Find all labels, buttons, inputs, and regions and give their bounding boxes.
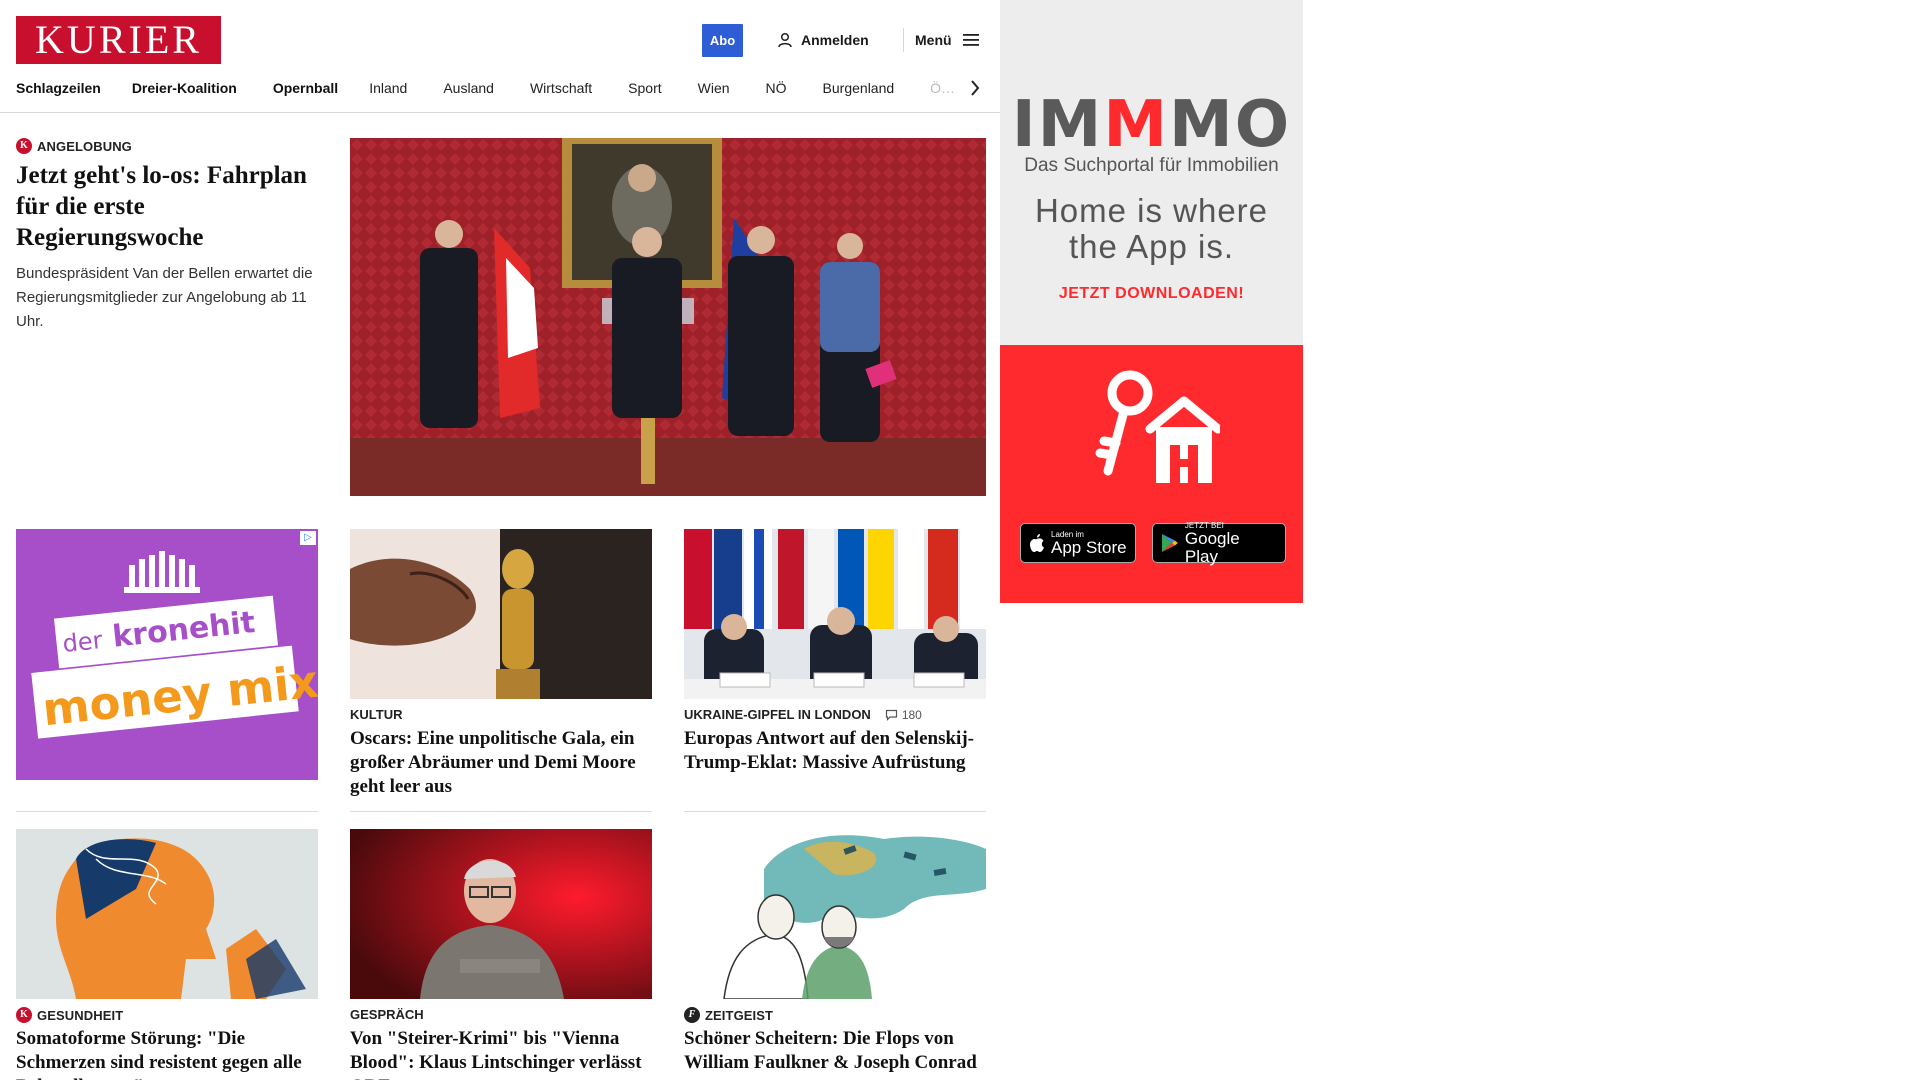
authors-illustration (684, 829, 986, 999)
zeitgeist-badge: f (684, 1007, 700, 1023)
card-image-oscars[interactable] (350, 529, 652, 699)
app-store-big: App Store (1051, 537, 1127, 557)
header-divider (903, 28, 904, 52)
comment-count-value: 180 (901, 707, 922, 722)
portrait-photo (350, 829, 652, 999)
nav-item-burgenland[interactable]: Burgenland (823, 80, 895, 96)
login-button[interactable]: Anmelden (777, 29, 869, 51)
user-icon (778, 32, 792, 48)
comment-count[interactable]: 180 (885, 708, 922, 722)
swearing-in-photo (350, 138, 986, 496)
lead-teaser[interactable]: Bundespräsident Van der Bellen erwartet … (16, 262, 316, 334)
nav-scroll-right-button[interactable] (963, 76, 987, 100)
summit-photo (684, 529, 986, 699)
immmo-ad-bottom: Laden im App Store JETZT BEI Google Play (1000, 345, 1303, 603)
card-headline-flops[interactable]: Schöner Scheitern: Die Flops von William… (684, 1027, 986, 1075)
chevron-right-icon (971, 80, 980, 96)
head-illustration (16, 829, 318, 999)
card-kicker-zeitgeist-label: ZEITGEIST (705, 1007, 774, 1023)
nav-item-noe[interactable]: NÖ (766, 80, 787, 96)
nav-item-dreier-koalition[interactable]: Dreier-Koalition (132, 80, 237, 96)
card-kicker-gesundheit-label: GESUNDHEIT (37, 1007, 124, 1023)
card-headline-oscars[interactable]: Oscars: Eine unpolitische Gala, ein groß… (350, 727, 652, 799)
card-kicker-gesundheit[interactable]: K GESUNDHEIT (16, 1007, 123, 1023)
oscar-photo (350, 529, 652, 699)
immmo-ad[interactable]: IMMMO Das Suchportal für Immobilien Home… (1000, 0, 1303, 603)
card-kicker-ukraine-label: UKRAINE-GIPFEL IN LONDON (684, 707, 871, 722)
row-divider (350, 811, 652, 812)
house-key-icon (1095, 370, 1220, 483)
immmo-download-cta[interactable]: JETZT DOWNLOADEN! (1000, 285, 1303, 303)
immmo-claim: Home is where the App is. (1034, 192, 1269, 265)
card-headline-lintschinger[interactable]: Von "Steirer-Krimi" bis "Vienna Blood": … (350, 1027, 652, 1080)
card-headline-ukraine[interactable]: Europas Antwort auf den Selenskij-Trump-… (684, 727, 986, 775)
kronehit-ad-art (31, 551, 299, 739)
immmo-logo: IMMMO (1011, 88, 1292, 162)
kronehit-ad[interactable]: ▷ der kronehit money mix (16, 529, 318, 780)
lead-headline[interactable]: Jetzt geht's lo-os: Fahrplan für die ers… (16, 160, 316, 253)
card-image-flops[interactable] (684, 829, 986, 999)
apple-icon (1030, 534, 1044, 552)
row-divider (16, 811, 318, 812)
adchoices-icon[interactable]: ▷ (300, 531, 316, 545)
section-nav: Schlagzeilen Dreier-Koalition Opernball … (16, 76, 986, 100)
site: KURIER Abo Anmelden Menü Schlagzeilen Dr… (0, 0, 1000, 1080)
abo-button[interactable]: Abo (702, 24, 743, 57)
login-label: Anmelden (801, 32, 869, 48)
nav-item-truncated[interactable]: Ö… (930, 80, 955, 96)
card-kicker-ukraine[interactable]: UKRAINE-GIPFEL IN LONDON 180 (684, 707, 922, 722)
nav-divider-line (0, 112, 1000, 113)
google-play-big: Google Play (1184, 528, 1240, 566)
nav-item-opernball[interactable]: Opernball (273, 80, 338, 96)
card-kicker-zeitgeist[interactable]: f ZEITGEIST (684, 1007, 773, 1023)
card-kicker-kultur[interactable]: KULTUR (350, 707, 402, 722)
card-image-lintschinger[interactable] (350, 829, 652, 999)
card-image-somatoform[interactable] (16, 829, 318, 999)
kurier-plus-badge: K (16, 1007, 32, 1023)
kurier-plus-badge: K (16, 138, 32, 154)
lead-kicker[interactable]: K ANGELOBUNG (16, 138, 132, 154)
menu-button[interactable]: Menü (915, 29, 980, 51)
immmo-ad-top: IMMMO Das Suchportal für Immobilien Home… (1000, 0, 1303, 345)
nav-item-wien[interactable]: Wien (698, 80, 730, 96)
immmo-tagline: Das Suchportal für Immobilien (1024, 155, 1279, 176)
card-headline-somatoform[interactable]: Somatoforme Störung: "Die Schmerzen sind… (16, 1027, 318, 1080)
kurier-logo[interactable]: KURIER (16, 16, 221, 64)
nav-item-schlagzeilen[interactable]: Schlagzeilen (16, 80, 101, 96)
menu-label: Menü (915, 32, 952, 48)
nav-item-ausland[interactable]: Ausland (443, 80, 494, 96)
nav-item-sport[interactable]: Sport (628, 80, 661, 96)
google-play-icon (1161, 534, 1178, 552)
comment-icon (885, 709, 897, 721)
hamburger-icon (962, 34, 979, 46)
row-divider (684, 811, 986, 812)
card-kicker-gespraech[interactable]: GESPRÄCH (350, 1007, 424, 1022)
app-store-button[interactable]: Laden im App Store (1020, 523, 1136, 563)
lead-kicker-label: ANGELOBUNG (37, 138, 132, 154)
nav-item-wirtschaft[interactable]: Wirtschaft (530, 80, 592, 96)
google-play-button[interactable]: JETZT BEI Google Play (1152, 521, 1286, 566)
lead-hero-image[interactable] (350, 138, 986, 496)
nav-item-inland[interactable]: Inland (369, 80, 407, 96)
card-image-ukraine-summit[interactable] (684, 529, 986, 699)
